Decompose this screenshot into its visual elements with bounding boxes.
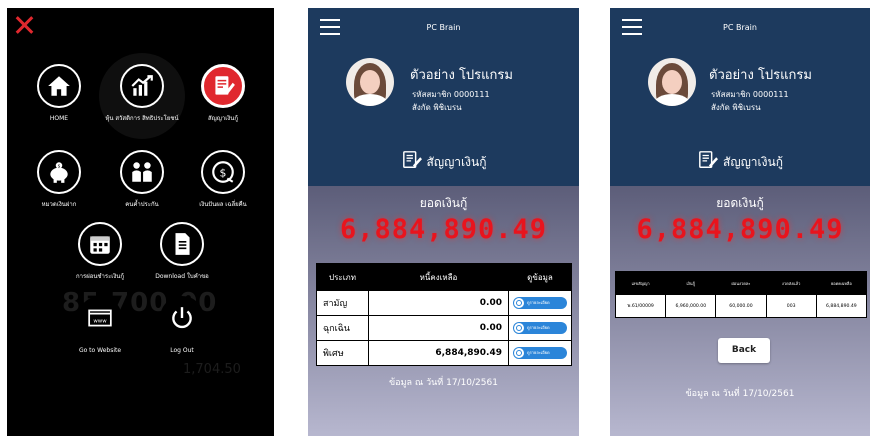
column-header: เงินกู้ [665,271,717,295]
loan-type: พิเศษ [316,340,369,366]
close-icon[interactable] [13,14,35,36]
avatar [648,58,696,106]
menu-item-home[interactable]: HOME [19,64,99,123]
search-icon [514,323,524,333]
contract-icon [201,64,245,108]
contract-icon [699,151,719,168]
affiliation: สังกัด พิชิเบรน [412,103,462,112]
website-icon: www [78,296,122,340]
user-name: ตัวอย่าง โปรแกรม [410,68,513,83]
data-as-of: ข้อมูล ณ วันที่ 17/10/2561 [389,378,498,388]
installments-paid: 003 [765,294,817,318]
column-header: ดูข้อมูล [508,263,572,291]
loan-table: ประเภท หนี้คงเหลือ ดูข้อมูล สามัญ 0.00 ด… [316,263,572,366]
home-icon [37,64,81,108]
calendar-icon [78,222,122,266]
piggy-bank-icon: $ [37,150,81,194]
column-header: ยอดคงเหลือ [815,271,868,295]
contract-icon [402,151,422,168]
menu-item-dividend[interactable]: $ เงินปันผล เฉลี่ยคืน [183,150,263,209]
menu-item-shares-welfare[interactable]: หุ้น สวัสดิการ สิทธิประโยชน์ [102,64,182,123]
loan-summary-screen: PC Brain ตัวอย่าง โปรแกรม รหัสสมาชิก 000… [308,8,579,436]
loan-type: สามัญ [316,290,369,316]
view-detail-button[interactable]: ดูรายละเอียด [513,322,567,334]
stock-chart-icon [120,64,164,108]
menu-item-loan-contract[interactable]: สัญญาเงินกู้ [183,64,263,123]
menu-label: HOME [49,115,69,122]
app-title: PC Brain [426,23,461,32]
user-name: ตัวอย่าง โปรแกรม [709,68,812,83]
menu-label: Download ใบคำขอ [155,273,209,280]
menu-label: เงินปันผล เฉลี่ยคืน [199,201,247,208]
section-title: สัญญาเงินกู้ [308,150,579,172]
loan-balance: 6,884,890.49 [368,340,509,366]
menu-item-guarantor[interactable]: คนค้ำประกัน [102,150,182,209]
menu-label: หุ้น สวัสดิการ สิทธิประโยชน์ [105,115,179,122]
app-title: PC Brain [723,23,757,32]
remaining-balance: 6,884,890.49 [815,294,868,318]
svg-text:$: $ [220,166,227,179]
table-row[interactable]: พ.61/00009 6,960,000.00 60,000.00 003 6,… [614,294,868,318]
dividend-icon: $ [201,150,245,194]
section-title: สัญญาเงินกู้ [610,150,870,172]
app-header: PC Brain [610,8,870,48]
balance-value: 6,884,890.49 [339,214,548,245]
menu-screen: 85,700.00 1,704.50 HOME หุ้น สวัสดิการ ส… [7,8,274,436]
balance-label: ยอดเงินกู้ [716,196,764,210]
menu-item-installments[interactable]: การผ่อนชำระเงินกู้ [60,222,140,281]
section-title-text: สัญญาเงินกู้ [723,155,783,169]
search-icon [514,298,524,308]
svg-text:www: www [93,318,107,324]
view-detail-button[interactable]: ดูรายละเอียด [513,347,567,359]
balance-label: ยอดเงินกู้ [419,196,468,210]
table-row: ฉุกเฉิน 0.00 ดูรายละเอียด [316,315,572,341]
data-as-of: ข้อมูล ณ วันที่ 17/10/2561 [685,389,795,399]
menu-label: สัญญาเงินกู้ [208,115,238,122]
contract-table: เลขสัญญา เงินกู้ ผ่อนงวดละ งวดส่งแล้ว ยอ… [614,271,868,318]
column-header: หนี้คงเหลือ [368,263,509,291]
power-icon [160,296,204,340]
menu-item-deposits[interactable]: $ หมวดเงินฝาก [19,150,99,209]
member-id: รหัสสมาชิก 0000111 [412,90,490,99]
svg-text:$: $ [58,164,61,170]
back-button[interactable]: Back [718,338,770,363]
menu-label: หมวดเงินฝาก [41,201,77,208]
column-header: งวดส่งแล้ว [765,271,817,295]
column-header: เลขสัญญา [614,271,667,295]
column-header: ผ่อนงวดละ [715,271,767,295]
menu-label: คนค้ำประกัน [125,201,159,208]
search-icon [514,348,524,358]
document-icon [160,222,204,266]
app-header: PC Brain [308,8,579,48]
loan-amount: 6,960,000.00 [665,294,717,318]
affiliation: สังกัด พิชิเบรน [711,103,761,112]
avatar [346,58,394,106]
menu-item-download-form[interactable]: Download ใบคำขอ [142,222,222,281]
guarantor-icon [120,150,164,194]
balance-value: 6,884,890.49 [636,214,844,245]
menu-item-website[interactable]: www Go to Website [60,296,140,355]
loan-balance: 0.00 [368,315,509,341]
menu-label: การผ่อนชำระเงินกู้ [75,273,125,280]
contract-detail-screen: PC Brain ตัวอย่าง โปรแกรม รหัสสมาชิก 000… [610,8,870,436]
loan-balance: 0.00 [368,290,509,316]
menu-label: Go to Website [78,347,122,354]
view-detail-button[interactable]: ดูรายละเอียด [513,297,567,309]
member-id: รหัสสมาชิก 0000111 [711,90,789,99]
column-header: ประเภท [316,263,369,291]
menu-item-logout[interactable]: Log Out [142,296,222,355]
section-title-text: สัญญาเงินกู้ [426,155,487,169]
table-row: สามัญ 0.00 ดูรายละเอียด [316,290,572,316]
table-row: พิเศษ 6,884,890.49 ดูรายละเอียด [316,340,572,366]
background-value: 1,704.50 [183,362,241,377]
loan-type: ฉุกเฉิน [316,315,369,341]
installment-amount: 60,000.00 [715,294,767,318]
contract-number: พ.61/00009 [614,294,667,318]
menu-label: Log Out [170,347,194,354]
